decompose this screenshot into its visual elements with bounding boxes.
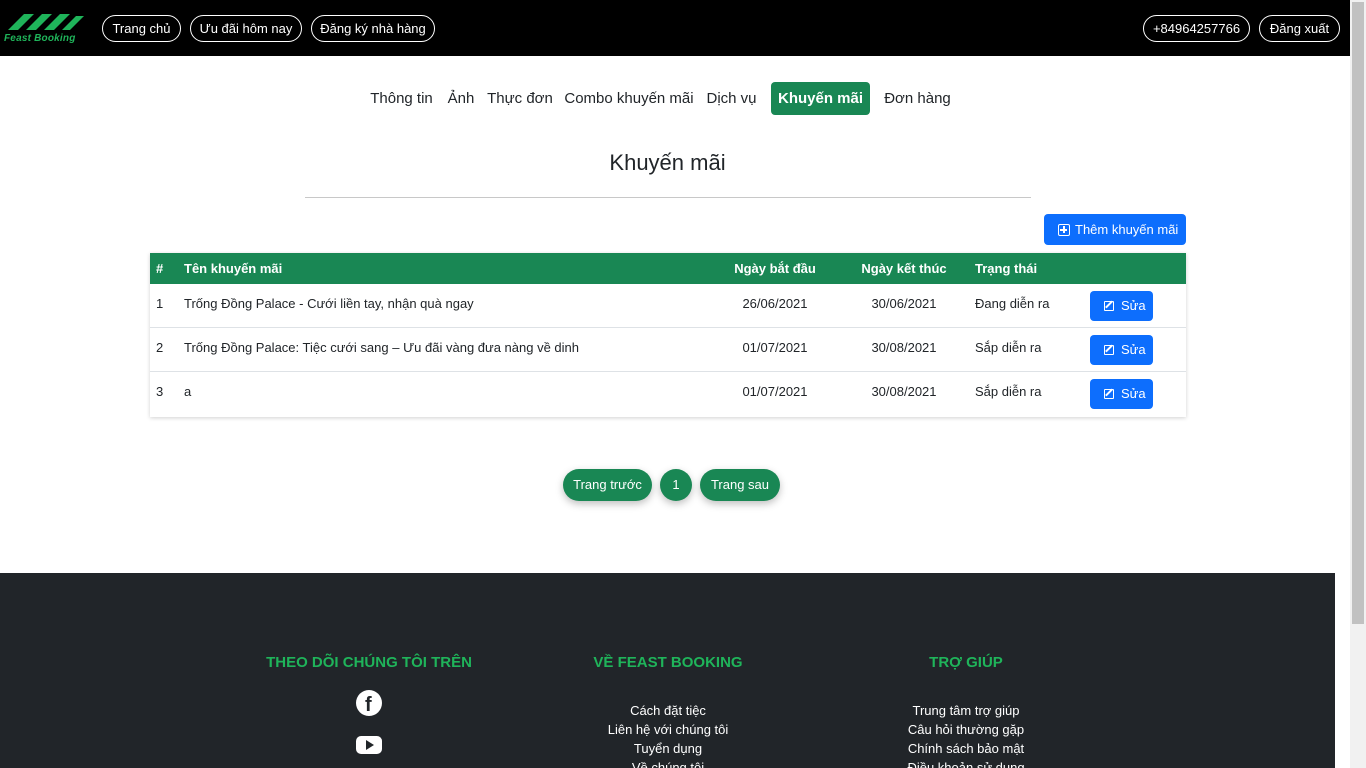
nav-home-button[interactable]: Trang chủ xyxy=(102,15,181,42)
nav-logout-button[interactable]: Đăng xuất xyxy=(1259,15,1340,42)
header-name: Tên khuyến mãi xyxy=(184,261,283,276)
tab-thong-tin[interactable]: Thông tin xyxy=(364,82,439,115)
edit-icon xyxy=(1104,345,1114,355)
footer-link-about-us[interactable]: Về chúng tôi xyxy=(548,760,788,768)
add-promotion-button[interactable]: Thêm khuyến mãi xyxy=(1044,214,1186,245)
footer-link-contact[interactable]: Liên hệ với chúng tôi xyxy=(548,722,788,737)
footer-about-title: VỀ FEAST BOOKING xyxy=(593,654,743,671)
tab-anh[interactable]: Ảnh xyxy=(444,82,478,115)
footer: THEO DÕI CHÚNG TÔI TRÊN f VỀ FEAST BOOKI… xyxy=(0,573,1335,768)
pagination-page-button[interactable]: 1 xyxy=(660,469,692,501)
edit-button[interactable]: Sửa xyxy=(1090,291,1153,321)
table-row: 2 Trống Đồng Palace: Tiệc cưới sang – Ưu… xyxy=(150,328,1186,372)
row-index: 3 xyxy=(156,384,164,399)
page-scrollbar[interactable] xyxy=(1350,0,1366,768)
edit-button[interactable]: Sửa xyxy=(1090,379,1153,409)
row-end-date: 30/08/2021 xyxy=(871,340,937,355)
nav-register-restaurant-button[interactable]: Đăng ký nhà hàng xyxy=(311,15,435,42)
promotions-table: # Tên khuyến mãi Ngày bắt đầu Ngày kết t… xyxy=(150,253,1186,417)
header-end-date: Ngày kết thúc xyxy=(861,261,947,276)
footer-link-faq[interactable]: Câu hỏi thường gặp xyxy=(846,722,1086,737)
footer-follow-title: THEO DÕI CHÚNG TÔI TRÊN xyxy=(266,654,472,671)
table-row: 3 a 01/07/2021 30/08/2021 Sắp diễn ra Sử… xyxy=(150,372,1186,416)
row-index: 1 xyxy=(156,296,164,311)
nav-deals-today-button[interactable]: Ưu đãi hôm nay xyxy=(190,15,302,42)
tab-dich-vu[interactable]: Dịch vụ xyxy=(702,82,761,115)
plus-square-icon xyxy=(1058,224,1070,236)
row-start-date: 01/07/2021 xyxy=(742,340,808,355)
footer-link-how-to-book[interactable]: Cách đặt tiệc xyxy=(548,703,788,718)
header-start-date: Ngày bắt đầu xyxy=(734,261,816,276)
row-status: Đang diễn ra xyxy=(975,296,1050,311)
logo-stripes-icon xyxy=(8,14,84,30)
footer-link-terms[interactable]: Điều khoản sử dụng xyxy=(846,760,1086,768)
footer-link-privacy[interactable]: Chính sách bảo mật xyxy=(846,741,1086,756)
scrollbar-thumb[interactable] xyxy=(1352,2,1364,624)
add-promotion-label: Thêm khuyến mãi xyxy=(1075,222,1179,237)
brand-logo[interactable]: Feast Booking xyxy=(4,10,88,44)
tab-combo-khuyen-mai[interactable]: Combo khuyến mãi xyxy=(561,82,697,115)
pagination-prev-button[interactable]: Trang trước xyxy=(563,469,652,501)
edit-icon xyxy=(1104,389,1114,399)
footer-link-help-center[interactable]: Trung tâm trợ giúp xyxy=(846,703,1086,718)
row-start-date: 01/07/2021 xyxy=(742,384,808,399)
footer-help-title: TRỢ GIÚP xyxy=(929,654,1003,671)
header-index: # xyxy=(156,261,164,276)
row-end-date: 30/08/2021 xyxy=(871,384,937,399)
pagination-next-button[interactable]: Trang sau xyxy=(700,469,780,501)
row-status: Sắp diễn ra xyxy=(975,384,1042,399)
row-name: Trống Đồng Palace - Cưới liền tay, nhận … xyxy=(184,296,474,311)
footer-link-careers[interactable]: Tuyển dụng xyxy=(548,741,788,756)
edit-label: Sửa xyxy=(1121,386,1146,401)
tab-thuc-don[interactable]: Thực đơn xyxy=(484,82,556,115)
edit-button[interactable]: Sửa xyxy=(1090,335,1153,365)
row-end-date: 30/06/2021 xyxy=(871,296,937,311)
row-name: a xyxy=(184,384,192,399)
row-status: Sắp diễn ra xyxy=(975,340,1042,355)
edit-label: Sửa xyxy=(1121,298,1146,313)
title-divider xyxy=(305,197,1031,198)
logo-text: Feast Booking xyxy=(4,33,76,44)
table-row: 1 Trống Đồng Palace - Cưới liền tay, nhậ… xyxy=(150,284,1186,328)
top-navbar: Feast Booking Trang chủ Ưu đãi hôm nay Đ… xyxy=(0,0,1350,56)
page-title: Khuyến mãi xyxy=(609,150,726,175)
youtube-icon[interactable] xyxy=(356,736,382,754)
header-status: Trạng thái xyxy=(975,261,1038,276)
row-name: Trống Đồng Palace: Tiệc cưới sang – Ưu đ… xyxy=(184,340,580,355)
tab-don-hang[interactable]: Đơn hàng xyxy=(880,82,955,115)
table-header: # Tên khuyến mãi Ngày bắt đầu Ngày kết t… xyxy=(150,253,1186,284)
edit-icon xyxy=(1104,301,1114,311)
tab-khuyen-mai[interactable]: Khuyến mãi xyxy=(771,82,870,115)
nav-phone-button[interactable]: +84964257766 xyxy=(1143,15,1250,42)
facebook-icon[interactable]: f xyxy=(356,690,382,716)
row-index: 2 xyxy=(156,340,164,355)
row-start-date: 26/06/2021 xyxy=(742,296,808,311)
edit-label: Sửa xyxy=(1121,342,1146,357)
